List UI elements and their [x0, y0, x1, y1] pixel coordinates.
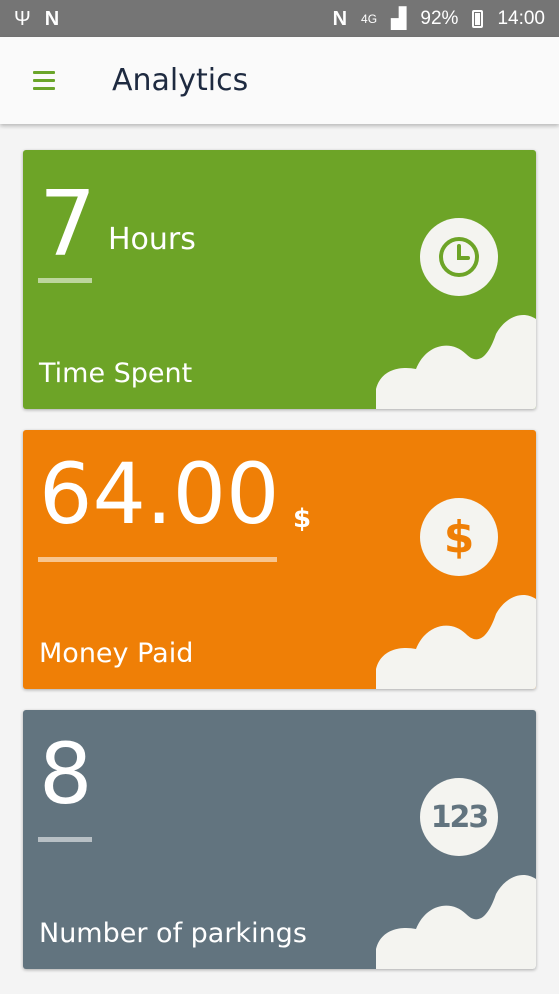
wave-decoration [376, 874, 536, 969]
time-spent-card[interactable]: 7 Hours Time Spent [23, 150, 536, 409]
network-type: 4G [361, 11, 378, 26]
signal-icon: ▟ [391, 7, 407, 30]
clock-time: 14:00 [497, 7, 545, 29]
dollar-icon: $ [420, 498, 498, 576]
time-spent-unit: Hours [108, 222, 196, 257]
parkings-card[interactable]: 8 Number of parkings 123 [23, 710, 536, 969]
numbers-icon-text: 123 [430, 799, 490, 835]
money-paid-unit: $ [293, 504, 312, 534]
numbers-icon: 123 [420, 778, 498, 856]
menu-icon[interactable] [33, 71, 55, 90]
parkings-label: Number of parkings [39, 918, 307, 949]
money-paid-label: Money Paid [39, 638, 194, 669]
money-paid-value: 64.00 [39, 445, 280, 543]
nfc-n-icon: N [44, 7, 60, 30]
nfc-icon: N [332, 7, 348, 30]
battery-percent: 92% [420, 7, 459, 29]
money-paid-underline [38, 557, 277, 562]
parkings-value: 8 [39, 725, 93, 823]
time-spent-value: 7 [39, 172, 97, 277]
battery-icon [472, 9, 484, 28]
parkings-underline [38, 837, 92, 842]
wave-decoration [376, 594, 536, 689]
status-bar: Ψ N N 4G ▟ 92% 14:00 [0, 0, 559, 37]
wave-decoration [376, 314, 536, 409]
clock-icon [420, 218, 498, 296]
usb-icon: Ψ [14, 7, 31, 30]
money-paid-card[interactable]: 64.00 $ Money Paid $ [23, 430, 536, 689]
time-spent-label: Time Spent [39, 358, 193, 389]
time-spent-underline [38, 278, 92, 283]
page-title: Analytics [112, 63, 249, 98]
app-bar: Analytics [0, 37, 559, 124]
